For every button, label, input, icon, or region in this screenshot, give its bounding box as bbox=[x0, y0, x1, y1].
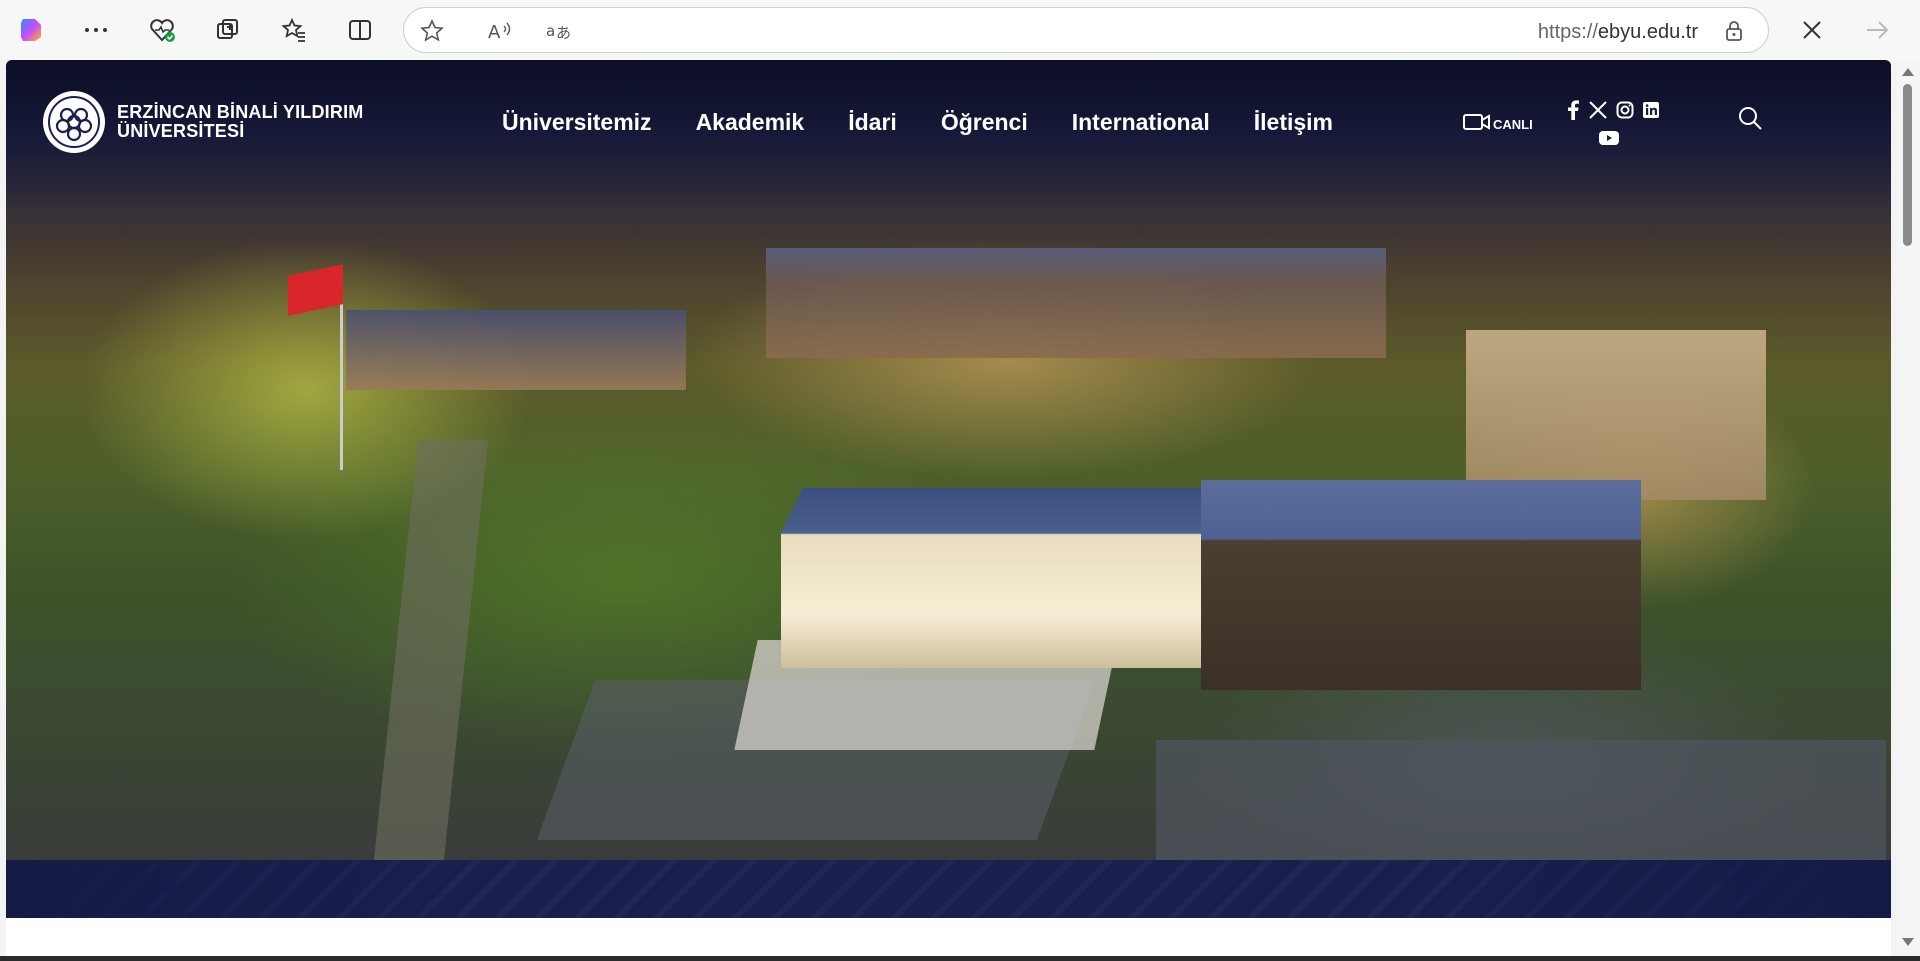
hero-campus-image bbox=[6, 60, 1891, 860]
search-icon[interactable] bbox=[1737, 105, 1763, 136]
site-name-line2: ÜNİVERSİTESİ bbox=[117, 121, 245, 141]
favorite-star-icon[interactable] bbox=[416, 15, 448, 47]
site-logo[interactable]: ERZİNCAN BİNALİ YILDIRIM ÜNİVERSİTESİ bbox=[43, 91, 363, 153]
health-icon[interactable] bbox=[146, 14, 178, 46]
close-icon[interactable] bbox=[1796, 14, 1828, 46]
svg-text:あ: あ bbox=[556, 24, 571, 42]
hero-parking-lot-right bbox=[1156, 740, 1886, 860]
nav-idari[interactable]: İdari bbox=[848, 109, 897, 136]
site-name: ERZİNCAN BİNALİ YILDIRIM ÜNİVERSİTESİ bbox=[117, 103, 363, 141]
url-text: https://ebyu.edu.tr bbox=[1538, 21, 1698, 44]
hero-flag bbox=[288, 264, 343, 316]
scroll-up-arrow-icon[interactable] bbox=[1902, 68, 1914, 76]
hero-building-main bbox=[766, 248, 1386, 358]
split-screen-icon[interactable] bbox=[344, 14, 376, 46]
social-links bbox=[1566, 100, 1666, 150]
copilot-icon[interactable] bbox=[16, 14, 48, 46]
nav-iletisim[interactable]: İletişim bbox=[1254, 109, 1333, 136]
main-nav: Üniversitemiz Akademik İdari Öğrenci Int… bbox=[502, 109, 1333, 136]
nav-akademik[interactable]: Akademik bbox=[696, 109, 805, 136]
facebook-icon[interactable] bbox=[1566, 100, 1580, 125]
site-name-line1: ERZİNCAN BİNALİ YILDIRIM bbox=[117, 102, 364, 122]
university-emblem-icon bbox=[43, 91, 105, 153]
navy-pattern-band bbox=[6, 860, 1891, 918]
read-aloud-icon[interactable]: A bbox=[484, 15, 516, 47]
hero-building-left bbox=[346, 310, 686, 390]
video-camera-icon bbox=[1463, 114, 1490, 130]
taskbar-edge bbox=[0, 956, 1920, 961]
browser-toolbar: A aあ https://ebyu.edu.tr bbox=[0, 0, 1920, 60]
live-label: CANLI bbox=[1493, 117, 1533, 132]
nav-ogrenci[interactable]: Öğrenci bbox=[941, 109, 1028, 136]
nav-universitemiz[interactable]: Üniversitemiz bbox=[502, 109, 652, 136]
address-bar[interactable]: A aあ https://ebyu.edu.tr bbox=[403, 7, 1769, 53]
forward-icon[interactable] bbox=[1862, 14, 1894, 46]
page-scrollbar[interactable] bbox=[1896, 60, 1920, 956]
url-host: ebyu.edu.tr bbox=[1597, 21, 1698, 43]
hero-building-right bbox=[1466, 330, 1766, 500]
youtube-icon[interactable] bbox=[1599, 131, 1619, 150]
svg-text:A: A bbox=[488, 22, 501, 43]
more-icon[interactable] bbox=[80, 14, 112, 46]
hero-congress-center-glass bbox=[781, 488, 1211, 668]
scrollbar-thumb[interactable] bbox=[1903, 84, 1912, 246]
live-stream-link[interactable]: CANLI bbox=[1463, 112, 1533, 132]
translate-icon[interactable]: aあ bbox=[544, 15, 576, 47]
hero-congress-center bbox=[1201, 480, 1641, 690]
svg-text:a: a bbox=[546, 22, 555, 40]
instagram-icon[interactable] bbox=[1616, 101, 1634, 124]
page-viewport: ERZİNCAN BİNALİ YILDIRIM ÜNİVERSİTESİ Ün… bbox=[6, 60, 1891, 956]
x-icon[interactable] bbox=[1588, 101, 1608, 124]
nav-international[interactable]: International bbox=[1072, 109, 1210, 136]
favorites-icon[interactable] bbox=[278, 14, 310, 46]
scroll-down-arrow-icon[interactable] bbox=[1902, 938, 1914, 946]
lock-icon[interactable] bbox=[1718, 15, 1750, 47]
collections-icon[interactable] bbox=[212, 14, 244, 46]
linkedin-icon[interactable] bbox=[1642, 101, 1660, 124]
url-scheme: https:// bbox=[1537, 21, 1598, 43]
hero-road bbox=[373, 440, 489, 860]
